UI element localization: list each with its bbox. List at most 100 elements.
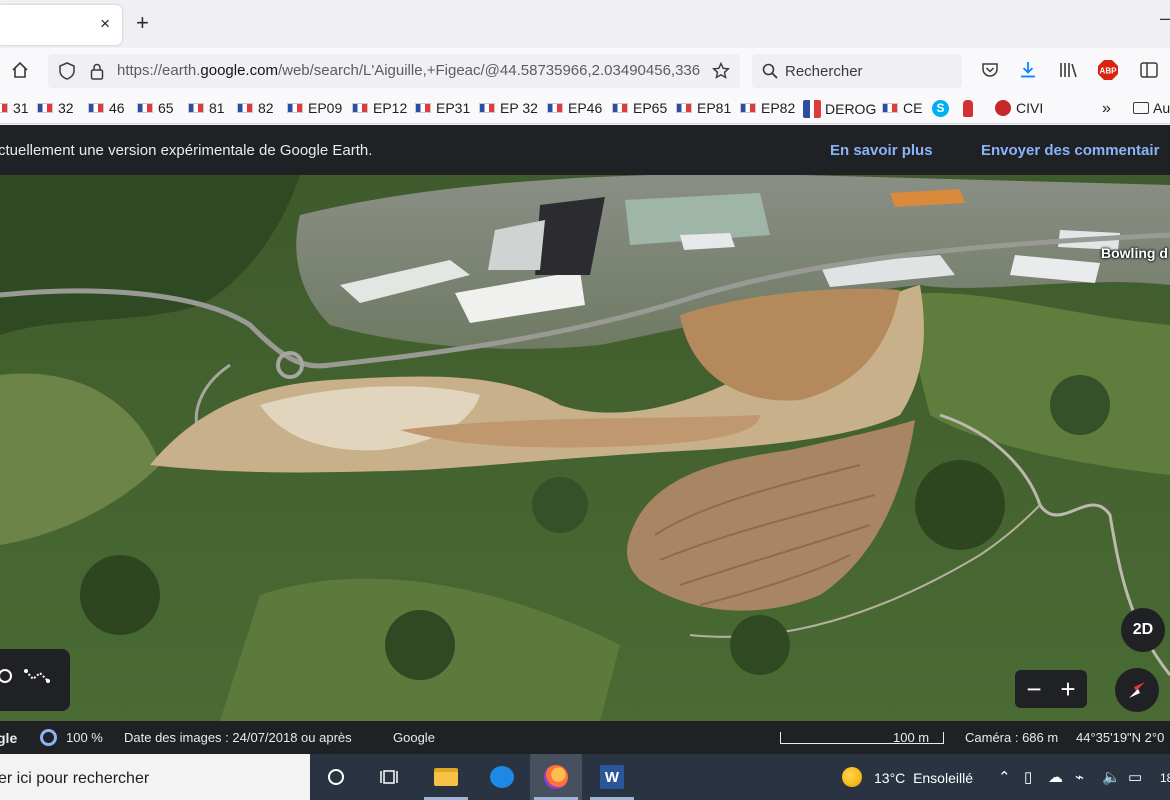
windows-taskbar: er ici pour rechercher W 13°C Ensoleillé… [0,754,1170,800]
france-flag-icon [547,103,563,113]
bookmark-item[interactable]: EP12 [352,100,407,116]
pocket-icon[interactable] [979,59,1001,81]
new-tab-button[interactable]: + [136,10,149,36]
google-logo: gle [0,730,18,746]
camera-altitude: Caméra : 686 m [965,730,1059,745]
loading-indicator-icon [40,729,57,746]
zoom-controls: − + [1015,670,1087,708]
sun-icon[interactable] [842,767,862,787]
tracking-shield-icon[interactable] [56,60,78,82]
france-flag-icon [37,103,53,113]
toggle-2d-button[interactable]: 2D [1121,608,1165,652]
cortana-button[interactable] [310,754,362,800]
bookmark-star-icon[interactable] [710,60,732,82]
bookmark-item[interactable]: EP65 [612,100,667,116]
taskbar-search-box[interactable]: er ici pour rechercher [0,754,310,800]
compass-icon [1129,682,1145,698]
bookmark-item[interactable]: 31 [0,100,29,116]
measure-path-icon[interactable] [24,667,50,685]
bookmark-item[interactable]: EP09 [287,100,342,116]
tool-icon[interactable] [0,669,12,683]
civi-logo-icon [995,100,1011,116]
mail-icon [490,766,514,788]
bookmark-item[interactable]: EP46 [547,100,602,116]
taskbar-file-explorer[interactable] [420,754,472,800]
lock-icon[interactable] [86,60,108,82]
taskbar-word[interactable]: W [586,754,638,800]
bookmark-item[interactable]: EP 32 [479,100,538,116]
keyboard-icon[interactable]: ▭ [1128,768,1142,786]
home-icon[interactable] [9,59,31,81]
france-flag-icon [137,103,153,113]
skype-icon: S [932,100,949,117]
france-flag-icon [676,103,692,113]
loading-percent: 100 % [66,730,103,745]
sidebar-icon[interactable] [1138,59,1160,81]
bookmark-item[interactable]: DEROG [803,100,876,118]
file-explorer-icon [434,768,458,786]
onedrive-icon[interactable]: ☁ [1048,768,1063,786]
screen: × + – https://earth.google.com/web/searc… [0,0,1170,800]
scale-label: 100 m [893,730,930,745]
svg-text:ABP: ABP [1100,67,1118,76]
bookmark-item[interactable]: EP31 [415,100,470,116]
weather-widget[interactable]: 13°C Ensoleillé [874,770,973,786]
bookmark-skype[interactable]: S [932,100,949,117]
france-flag-icon [479,103,495,113]
taskbar-mail[interactable] [476,754,528,800]
satellite-imagery[interactable] [0,175,1170,721]
search-bar[interactable]: Rechercher [752,54,962,88]
word-icon: W [600,765,624,789]
map-tools-panel [0,649,70,711]
address-bar[interactable]: https://earth.google.com/web/search/L'Ai… [48,54,740,88]
search-input[interactable]: Rechercher [785,63,863,80]
network-icon[interactable]: ⌁ [1075,768,1084,786]
taskbar-search-input[interactable]: er ici pour rechercher [0,770,149,788]
task-view-button[interactable] [364,754,416,800]
bookmark-folder[interactable]: Au [1133,100,1170,116]
france-flag-icon [287,103,303,113]
bookmark-item[interactable]: 32 [37,100,74,116]
browser-tab[interactable]: × [0,5,122,45]
imagery-date: Date des images : 24/07/2018 ou après [124,730,352,745]
france-flag-icon [415,103,431,113]
bookmark-item[interactable]: 81 [188,100,225,116]
bookmarks-overflow-button[interactable]: » [1102,100,1111,118]
earth-map-view[interactable]: Bowling d 2D − + [0,175,1170,721]
tab-strip: × + – [0,0,1170,48]
bookmark-item[interactable]: CE [882,100,922,116]
place-label[interactable]: Bowling d [1101,245,1168,261]
taskbar-clock[interactable]: 18 [1160,771,1170,785]
folder-icon [1133,102,1149,114]
url-text[interactable]: https://earth.google.com/web/search/L'Ai… [117,62,707,79]
device-icon[interactable]: ▯ [1024,768,1032,786]
taskbar-firefox[interactable] [530,754,582,800]
send-feedback-link[interactable]: Envoyer des commentair [981,142,1159,159]
library-icon[interactable] [1058,59,1080,81]
bookmark-item[interactable]: 46 [88,100,125,116]
compass-button[interactable] [1115,668,1159,712]
navigation-toolbar: https://earth.google.com/web/search/L'Ai… [0,48,1170,94]
bookmark-extinguisher[interactable] [963,100,973,117]
volume-muted-icon[interactable]: 🔈 [1102,768,1121,786]
france-flag-icon [740,103,756,113]
bookmark-item[interactable]: CIVI [995,100,1043,116]
bookmark-item[interactable]: EP81 [676,100,731,116]
bookmark-item[interactable]: 82 [237,100,274,116]
zoom-in-button[interactable]: + [1053,674,1083,704]
bookmark-item[interactable]: EP82 [740,100,795,116]
banner-message: ctuellement une version expérimentale de… [0,142,373,159]
marianne-logo-icon [803,100,821,118]
close-tab-icon[interactable]: × [100,14,110,34]
learn-more-link[interactable]: En savoir plus [830,142,933,159]
chevron-up-icon[interactable]: ⌃ [998,768,1011,786]
adblock-plus-icon[interactable]: ABP [1097,59,1119,81]
minimize-window-button[interactable]: – [1160,8,1170,29]
zoom-out-button[interactable]: − [1019,674,1049,704]
france-flag-icon [237,103,253,113]
france-flag-icon [882,103,898,113]
bookmarks-toolbar: 31 32 46 65 81 82 EP09 EP12 EP31 EP 32 E… [0,94,1170,124]
france-flag-icon [88,103,104,113]
downloads-icon[interactable] [1017,59,1039,81]
bookmark-item[interactable]: 65 [137,100,174,116]
